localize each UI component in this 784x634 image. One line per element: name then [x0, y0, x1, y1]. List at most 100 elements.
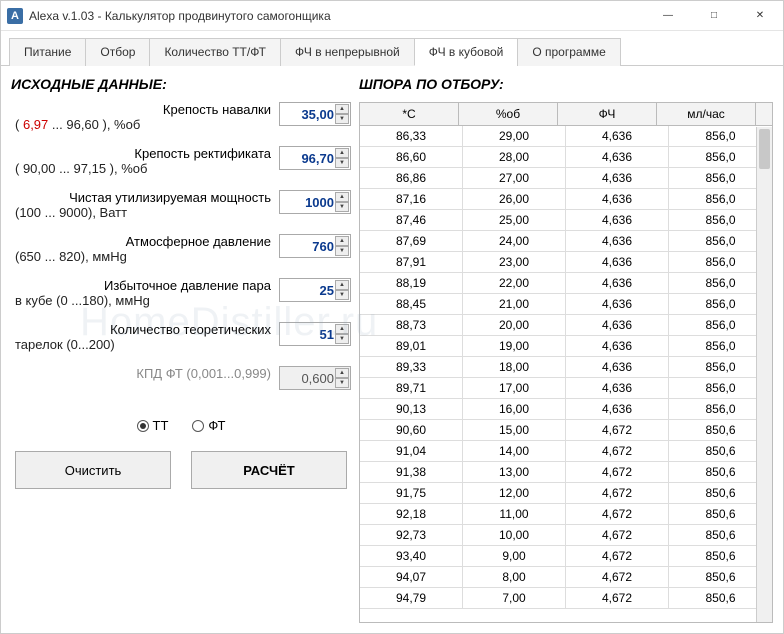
scroll-thumb[interactable]: [759, 129, 770, 169]
table-scrollbar[interactable]: [756, 127, 772, 622]
table-cell: 4,672: [566, 546, 669, 566]
table-row: 88,7320,004,636856,0: [360, 315, 772, 336]
clear-button[interactable]: Очистить: [15, 451, 171, 489]
table-cell: 91,04: [360, 441, 463, 461]
table-cell: 7,00: [463, 588, 566, 608]
tab-3[interactable]: ФЧ в непрерывной: [280, 38, 415, 66]
table-row: 91,0414,004,672850,6: [360, 441, 772, 462]
table-cell: 90,60: [360, 420, 463, 440]
table-cell: 4,672: [566, 441, 669, 461]
table-cell: 16,00: [463, 399, 566, 419]
col-header: *С: [360, 103, 459, 125]
overpressure-input[interactable]: 25 ▲▼: [279, 278, 351, 302]
results-table: *С%обФЧмл/час 86,3329,004,636856,086,602…: [359, 102, 773, 623]
tab-5[interactable]: О программе: [517, 38, 620, 66]
table-row: 92,7310,004,672850,6: [360, 525, 772, 546]
table-row: 87,6924,004,636856,0: [360, 231, 772, 252]
table-row: 94,797,004,672850,6: [360, 588, 772, 609]
table-cell: 87,69: [360, 231, 463, 251]
nav-strength-range-tail: ... 96,60 ), %об: [52, 117, 140, 132]
table-cell: 91,38: [360, 462, 463, 482]
power-range: (100 ... 9000), Ватт: [11, 205, 271, 220]
table-cell: 10,00: [463, 525, 566, 545]
table-cell: 28,00: [463, 147, 566, 167]
minimize-button[interactable]: —: [645, 1, 691, 31]
table-cell: 4,636: [566, 189, 669, 209]
table-cell: 89,01: [360, 336, 463, 356]
table-cell: 8,00: [463, 567, 566, 587]
table-row: 91,3813,004,672850,6: [360, 462, 772, 483]
table-cell: 13,00: [463, 462, 566, 482]
overpressure-range: в кубе (0 ...180), ммHg: [11, 293, 271, 308]
table-row: 89,7117,004,636856,0: [360, 378, 772, 399]
spinner-icon[interactable]: ▲▼: [335, 324, 349, 344]
table-cell: 27,00: [463, 168, 566, 188]
table-cell: 25,00: [463, 210, 566, 230]
radio-ft[interactable]: ФТ: [192, 418, 225, 433]
tab-0[interactable]: Питание: [9, 38, 86, 66]
pressure-range: (650 ... 820), ммHg: [11, 249, 271, 264]
table-cell: 29,00: [463, 126, 566, 146]
spinner-icon[interactable]: ▲▼: [335, 148, 349, 168]
table-row: 94,078,004,672850,6: [360, 567, 772, 588]
table-cell: 4,672: [566, 588, 669, 608]
table-cell: 4,672: [566, 462, 669, 482]
table-cell: 17,00: [463, 378, 566, 398]
tab-4[interactable]: ФЧ в кубовой: [414, 38, 519, 66]
table-cell: 88,45: [360, 294, 463, 314]
spinner-icon[interactable]: ▲▼: [335, 280, 349, 300]
table-cell: 86,33: [360, 126, 463, 146]
table-cell: 91,75: [360, 483, 463, 503]
col-header: мл/час: [657, 103, 756, 125]
table-row: 87,9123,004,636856,0: [360, 252, 772, 273]
kpd-label: КПД ФТ (0,001...0,999): [11, 366, 271, 381]
table-cell: 4,636: [566, 147, 669, 167]
table-row: 89,3318,004,636856,0: [360, 357, 772, 378]
table-row: 88,1922,004,636856,0: [360, 273, 772, 294]
titlebar: A Alexa v.1.03 - Калькулятор продвинутог…: [1, 1, 783, 31]
table-cell: 86,86: [360, 168, 463, 188]
close-button[interactable]: ✕: [737, 1, 783, 31]
app-window: A Alexa v.1.03 - Калькулятор продвинутог…: [0, 0, 784, 634]
plates-range: тарелок (0...200): [11, 337, 271, 352]
table-cell: 4,672: [566, 420, 669, 440]
table-cell: 87,46: [360, 210, 463, 230]
nav-strength-input[interactable]: 35,00 ▲▼: [279, 102, 351, 126]
rect-strength-input[interactable]: 96,70 ▲▼: [279, 146, 351, 170]
table-row: 88,4521,004,636856,0: [360, 294, 772, 315]
tab-2[interactable]: Количество ТТ/ФТ: [149, 38, 281, 66]
table-cell: 94,79: [360, 588, 463, 608]
overpressure-label: Избыточное давление пара: [11, 278, 271, 293]
pressure-input[interactable]: 760 ▲▼: [279, 234, 351, 258]
spinner-icon[interactable]: ▲▼: [335, 236, 349, 256]
spinner-icon[interactable]: ▲▼: [335, 104, 349, 124]
table-cell: 89,33: [360, 357, 463, 377]
plates-input[interactable]: 51 ▲▼: [279, 322, 351, 346]
tab-1[interactable]: Отбор: [85, 38, 150, 66]
table-cell: 92,73: [360, 525, 463, 545]
maximize-button[interactable]: □: [691, 1, 737, 31]
table-cell: 89,71: [360, 378, 463, 398]
table-cell: 4,636: [566, 399, 669, 419]
table-cell: 4,672: [566, 483, 669, 503]
app-icon: A: [7, 8, 23, 24]
table-cell: 19,00: [463, 336, 566, 356]
table-cell: 14,00: [463, 441, 566, 461]
tab-bar: ПитаниеОтборКоличество ТТ/ФТФЧ в непреры…: [1, 31, 783, 66]
table-cell: 4,672: [566, 567, 669, 587]
table-cell: 4,636: [566, 252, 669, 272]
table-cell: 4,636: [566, 273, 669, 293]
radio-tt[interactable]: ТТ: [137, 418, 169, 433]
calculate-button[interactable]: РАСЧЁТ: [191, 451, 347, 489]
power-input[interactable]: 1000 ▲▼: [279, 190, 351, 214]
table-row: 91,7512,004,672850,6: [360, 483, 772, 504]
table-cell: 11,00: [463, 504, 566, 524]
table-cell: 88,73: [360, 315, 463, 335]
table-cell: 4,636: [566, 126, 669, 146]
spinner-icon[interactable]: ▲▼: [335, 192, 349, 212]
table-cell: 20,00: [463, 315, 566, 335]
table-cell: 9,00: [463, 546, 566, 566]
table-cell: 4,636: [566, 168, 669, 188]
nav-strength-label: Крепость навалки: [11, 102, 271, 117]
table-row: 90,6015,004,672850,6: [360, 420, 772, 441]
